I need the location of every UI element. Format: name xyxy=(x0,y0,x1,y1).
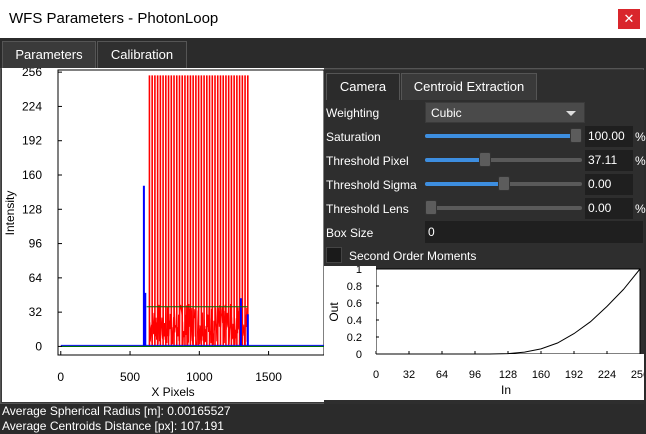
threshold-pixel-slider-handle[interactable] xyxy=(478,152,491,167)
threshold-pixel-unit: % xyxy=(635,154,646,168)
x-tick-label: 224 xyxy=(598,369,616,381)
threshold-pixel-spinbox[interactable]: 37.11 xyxy=(585,150,633,171)
threshold-sigma-slider[interactable] xyxy=(425,176,582,191)
y-tick-label: 0.6 xyxy=(347,298,362,310)
x-tick-label: 0 xyxy=(57,370,64,384)
y-tick-label: 0.8 xyxy=(347,281,362,293)
threshold-sigma-spinbox[interactable]: 0.00 xyxy=(585,174,633,195)
chevron-down-icon xyxy=(566,111,576,116)
intensity-ylabel: Intensity xyxy=(3,191,17,236)
saturation-label: Saturation xyxy=(326,130,381,144)
y-tick-label: 128 xyxy=(22,202,42,216)
threshold-lens-label: Threshold Lens xyxy=(326,202,409,216)
intensity-plot: 0 32 64 96 128 160 192 224 256 0 500 1000 1500 X Pi… xyxy=(2,65,325,402)
saturation-spinbox[interactable]: 100.00 xyxy=(585,126,633,147)
box-size-label: Box Size xyxy=(326,226,374,240)
y-tick-label: 1 xyxy=(356,266,362,276)
weighting-xlabel: In xyxy=(501,383,511,397)
threshold-sigma-label: Threshold Sigma xyxy=(326,178,417,192)
y-tick-label: 0.2 xyxy=(347,332,362,344)
saturation-slider-fill xyxy=(425,134,576,138)
y-tick-label: 64 xyxy=(29,271,43,285)
y-tick-label: 256 xyxy=(22,68,42,79)
x-tick-label: 96 xyxy=(469,369,481,381)
weighting-ylabel: Out xyxy=(327,302,341,322)
threshold-lens-spinbox[interactable]: 0.00 xyxy=(585,198,633,219)
y-tick-label: 0 xyxy=(356,349,362,361)
intensity-plot-svg: 0 32 64 96 128 160 192 224 256 0 500 1000 1500 X Pi… xyxy=(2,65,325,402)
tab-centroid-extraction-label: Centroid Extraction xyxy=(413,79,525,94)
weighting-plot-area xyxy=(376,269,640,354)
close-button[interactable]: ✕ xyxy=(618,9,640,29)
weighting-value: Cubic xyxy=(431,106,462,120)
y-tick-label: 192 xyxy=(22,134,42,148)
x-tick-label: 256 xyxy=(631,369,644,381)
tab-centroid-extraction[interactable]: Centroid Extraction xyxy=(401,73,537,100)
threshold-sigma-slider-fill xyxy=(425,182,504,186)
x-tick-label: 1500 xyxy=(255,370,282,384)
saturation-slider[interactable] xyxy=(425,128,582,143)
threshold-pixel-label: Threshold Pixel xyxy=(326,154,409,168)
threshold-sigma-value: 0.00 xyxy=(588,177,612,191)
title-bar: WFS Parameters - PhotonLoop ✕ xyxy=(0,0,646,38)
tab-calibration[interactable]: Calibration xyxy=(97,41,187,68)
box-size-input[interactable]: 0 xyxy=(425,221,643,243)
saturation-slider-handle[interactable] xyxy=(570,128,582,143)
box-size-value: 0 xyxy=(428,225,435,239)
window-title: WFS Parameters - PhotonLoop xyxy=(9,10,219,27)
tab-camera-label: Camera xyxy=(339,79,387,94)
threshold-pixel-slider-fill xyxy=(425,158,485,162)
weighting-label: Weighting xyxy=(326,106,380,120)
x-tick-label: 192 xyxy=(565,369,583,381)
y-tick-label: 224 xyxy=(22,99,42,113)
y-tick-label: 160 xyxy=(22,168,42,182)
second-order-label: Second Order Moments xyxy=(349,249,477,263)
x-tick-label: 0 xyxy=(373,369,379,381)
threshold-lens-slider[interactable] xyxy=(425,200,582,215)
intensity-xlabel: X Pixels xyxy=(151,385,194,399)
y-tick-label: 32 xyxy=(29,305,43,319)
threshold-sigma-slider-handle[interactable] xyxy=(497,176,510,191)
outer-tab-bar: Parameters Calibration xyxy=(0,38,646,68)
x-tick-label: 32 xyxy=(403,369,415,381)
status-radius: Average Spherical Radius [m]: 0.00165527 xyxy=(2,404,231,418)
close-icon: ✕ xyxy=(623,11,635,26)
y-tick-label: 0 xyxy=(35,339,42,353)
x-tick-label: 160 xyxy=(532,369,550,381)
weighting-select[interactable]: Cubic xyxy=(425,102,585,123)
weighting-curve-plot: 0 0.2 0.4 0.6 0.8 1 0 32 64 96 128 160 192 224 256 In… xyxy=(324,266,644,400)
saturation-value: 100.00 xyxy=(588,129,625,143)
x-tick-label: 64 xyxy=(436,369,448,381)
threshold-pixel-value: 37.11 xyxy=(588,153,618,167)
threshold-lens-value: 0.00 xyxy=(588,201,612,215)
status-distance: Average Centroids Distance [px]: 107.191 xyxy=(2,419,224,433)
y-tick-label: 96 xyxy=(29,237,43,251)
centroid-panel: Camera Centroid Extraction Weighting Cub… xyxy=(324,70,646,404)
tab-calibration-label: Calibration xyxy=(110,47,174,62)
threshold-lens-slider-handle[interactable] xyxy=(425,200,437,215)
threshold-lens-unit: % xyxy=(635,202,646,216)
threshold-pixel-slider[interactable] xyxy=(425,152,582,167)
second-order-checkbox[interactable] xyxy=(326,247,342,263)
tab-parameters-label: Parameters xyxy=(15,47,83,62)
x-tick-label: 1000 xyxy=(186,370,213,384)
saturation-unit: % xyxy=(635,130,646,144)
tab-camera[interactable]: Camera xyxy=(326,73,400,100)
x-tick-label: 128 xyxy=(499,369,517,381)
y-tick-label: 0.4 xyxy=(347,315,362,327)
tab-parameters[interactable]: Parameters xyxy=(2,41,96,68)
x-tick-label: 500 xyxy=(120,370,140,384)
